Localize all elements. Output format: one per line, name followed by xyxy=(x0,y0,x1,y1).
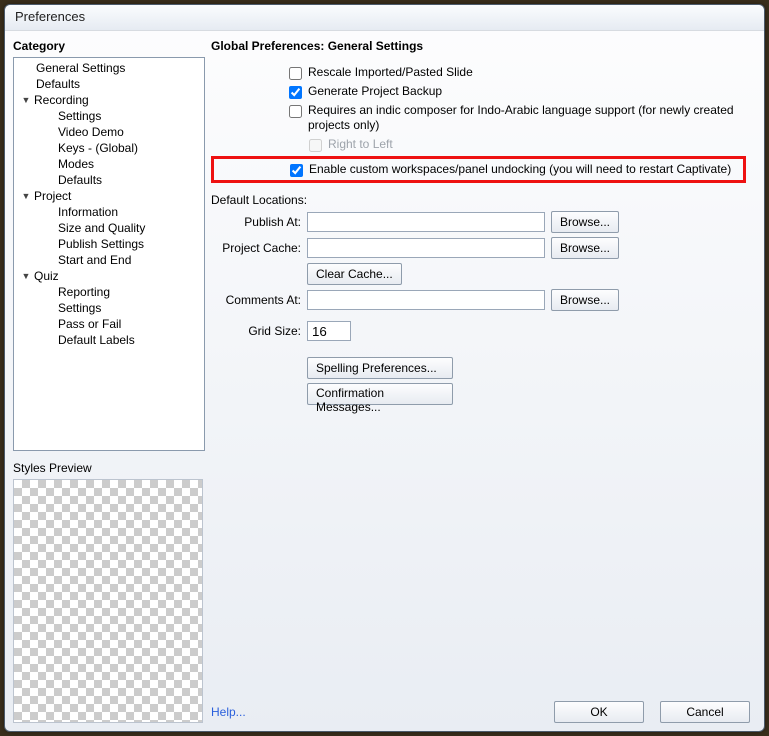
cache-input[interactable] xyxy=(307,238,545,258)
checkbox-rtl-input xyxy=(309,139,322,152)
field-grid: Grid Size: xyxy=(211,321,756,341)
cache-browse-button[interactable]: Browse... xyxy=(551,237,619,259)
tree-item-label: Start and End xyxy=(58,253,131,267)
preferences-window: Preferences Category General Settings Def… xyxy=(4,4,765,732)
tree-item-label: Recording xyxy=(34,93,89,107)
field-clear-cache: Clear Cache... xyxy=(211,263,756,285)
ok-button[interactable]: OK xyxy=(554,701,644,723)
bottom-bar: Help... OK Cancel xyxy=(211,695,756,723)
chevron-down-icon[interactable]: ▼ xyxy=(20,190,32,202)
tree-item[interactable]: Settings xyxy=(14,108,204,124)
tree-item-label: Keys - (Global) xyxy=(58,141,138,155)
styles-preview-label: Styles Preview xyxy=(13,461,205,475)
tree-item[interactable]: Information xyxy=(14,204,204,220)
tree-item[interactable]: Pass or Fail xyxy=(14,316,204,332)
chevron-down-icon[interactable]: ▼ xyxy=(20,270,32,282)
tree-item[interactable]: Start and End xyxy=(14,252,204,268)
checkbox-workspaces-label: Enable custom workspaces/panel undocking… xyxy=(309,162,731,177)
field-comments: Comments At: Browse... xyxy=(211,289,756,311)
tree-item-label: Publish Settings xyxy=(58,237,144,251)
spelling-button[interactable]: Spelling Preferences... xyxy=(307,357,453,379)
tree-item[interactable]: Publish Settings xyxy=(14,236,204,252)
window-titlebar: Preferences xyxy=(5,5,764,31)
checkbox-rescale-label: Rescale Imported/Pasted Slide xyxy=(308,65,473,80)
grid-input[interactable] xyxy=(307,321,351,341)
checkbox-indic-input[interactable] xyxy=(289,105,302,118)
tree-item[interactable]: General Settings xyxy=(14,60,204,76)
grid-label: Grid Size: xyxy=(211,324,301,338)
content-area: Category General SettingsDefaults▼Record… xyxy=(5,31,764,731)
cache-label: Project Cache: xyxy=(211,241,301,255)
checkbox-workspaces[interactable]: Enable custom workspaces/panel undocking… xyxy=(211,156,746,183)
tree-item-label: Settings xyxy=(58,301,101,315)
tree-item[interactable]: ▼Project xyxy=(14,188,204,204)
comments-browse-button[interactable]: Browse... xyxy=(551,289,619,311)
tree-item-label: Settings xyxy=(58,109,101,123)
default-locations-heading: Default Locations: xyxy=(211,193,756,207)
right-column: Global Preferences: General Settings Res… xyxy=(211,39,756,723)
chevron-down-icon[interactable]: ▼ xyxy=(20,94,32,106)
tree-item[interactable]: Modes xyxy=(14,156,204,172)
category-heading: Category xyxy=(13,39,205,53)
tree-item[interactable]: Default Labels xyxy=(14,332,204,348)
form-area: Rescale Imported/Pasted Slide Generate P… xyxy=(211,61,756,695)
checkbox-backup-label: Generate Project Backup xyxy=(308,84,442,99)
tree-item-label: Project xyxy=(34,189,71,203)
checkbox-indic[interactable]: Requires an indic composer for Indo-Arab… xyxy=(211,103,756,133)
tree-item[interactable]: Settings xyxy=(14,300,204,316)
styles-preview-box xyxy=(13,479,203,723)
checkbox-backup[interactable]: Generate Project Backup xyxy=(211,84,756,99)
tree-item-label: Size and Quality xyxy=(58,221,145,235)
tree-item-label: Default Labels xyxy=(58,333,135,347)
tree-item-label: Reporting xyxy=(58,285,110,299)
clear-cache-button[interactable]: Clear Cache... xyxy=(307,263,402,285)
panel-heading: Global Preferences: General Settings xyxy=(211,39,756,53)
tree-item-label: Pass or Fail xyxy=(58,317,121,331)
cancel-button[interactable]: Cancel xyxy=(660,701,750,723)
help-link[interactable]: Help... xyxy=(211,705,246,719)
tree-item[interactable]: ▼Quiz xyxy=(14,268,204,284)
left-column: Category General SettingsDefaults▼Record… xyxy=(13,39,205,723)
field-cache: Project Cache: Browse... xyxy=(211,237,756,259)
tree-item-label: Quiz xyxy=(34,269,59,283)
checkbox-rescale[interactable]: Rescale Imported/Pasted Slide xyxy=(211,65,756,80)
checkbox-workspaces-input[interactable] xyxy=(290,164,303,177)
tree-item[interactable]: Size and Quality xyxy=(14,220,204,236)
tree-item-label: Information xyxy=(58,205,118,219)
category-tree[interactable]: General SettingsDefaults▼RecordingSettin… xyxy=(13,57,205,451)
checkbox-backup-input[interactable] xyxy=(289,86,302,99)
checkbox-rescale-input[interactable] xyxy=(289,67,302,80)
publish-browse-button[interactable]: Browse... xyxy=(551,211,619,233)
tree-item[interactable]: Video Demo xyxy=(14,124,204,140)
tree-item-label: Video Demo xyxy=(58,125,124,139)
tree-item[interactable]: Defaults xyxy=(14,172,204,188)
checkbox-rtl: Right to Left xyxy=(211,137,756,152)
tree-item[interactable]: ▼Recording xyxy=(14,92,204,108)
field-confirm: Confirmation Messages... xyxy=(211,383,756,405)
comments-input[interactable] xyxy=(307,290,545,310)
tree-item-label: Defaults xyxy=(58,173,102,187)
tree-item-label: General Settings xyxy=(36,61,125,75)
tree-item-label: Defaults xyxy=(36,77,80,91)
tree-item-label: Modes xyxy=(58,157,94,171)
tree-item[interactable]: Reporting xyxy=(14,284,204,300)
field-spelling: Spelling Preferences... xyxy=(211,357,756,379)
publish-label: Publish At: xyxy=(211,215,301,229)
tree-item[interactable]: Keys - (Global) xyxy=(14,140,204,156)
comments-label: Comments At: xyxy=(211,293,301,307)
tree-item[interactable]: Defaults xyxy=(14,76,204,92)
field-publish: Publish At: Browse... xyxy=(211,211,756,233)
checkbox-rtl-label: Right to Left xyxy=(328,137,393,152)
confirm-button[interactable]: Confirmation Messages... xyxy=(307,383,453,405)
window-title: Preferences xyxy=(15,9,85,24)
publish-input[interactable] xyxy=(307,212,545,232)
checkbox-indic-label: Requires an indic composer for Indo-Arab… xyxy=(308,103,756,133)
